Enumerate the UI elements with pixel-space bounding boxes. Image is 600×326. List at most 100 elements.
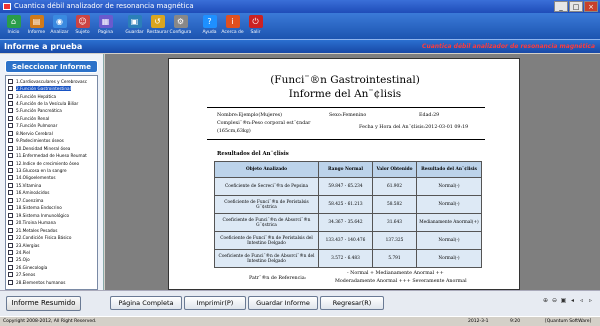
sidebar-title: Seleccionar Informe <box>5 60 98 73</box>
document-icon <box>8 190 13 196</box>
document-icon <box>8 138 13 144</box>
report-list-item[interactable]: 7.Función Pulmonar <box>8 123 96 129</box>
document-icon <box>8 220 13 226</box>
app-subtitle: Cuantica débil analizador de resonancia … <box>422 43 595 50</box>
toolbar-button-about[interactable]: i Acerca de <box>221 13 244 39</box>
document-icon <box>8 123 13 129</box>
report-list-item-label: 9.Padecimientos óseos <box>16 138 64 144</box>
status-date: 2012-3-1 <box>468 319 489 324</box>
report-list-item[interactable]: 4.Función de la Vesícula Biliar <box>8 100 96 106</box>
guardar-informe-button[interactable]: Guardar Informe <box>248 296 318 310</box>
document-icon <box>8 264 13 270</box>
about-icon: i <box>225 15 240 28</box>
maximize-button[interactable]: □ <box>569 1 583 12</box>
results-title: Resultados del An¨¢lisis <box>217 151 289 157</box>
zoom-in-icon[interactable]: ⊕ <box>542 297 549 304</box>
toolbar-button-config[interactable]: ⚙ Configura <box>169 13 192 39</box>
document-icon <box>8 197 13 203</box>
report-list-item[interactable]: 21.Metales Pesados <box>8 227 96 233</box>
report-list-item-label: 12.Indice de crecimiento óseo <box>16 160 80 166</box>
page-title: Informe a prueba <box>4 42 83 51</box>
close-button[interactable]: × <box>584 1 598 12</box>
report-list-item[interactable]: 14.Oligoelementos <box>8 175 96 181</box>
toolbar-button-report[interactable]: ▤ Informe <box>25 13 48 39</box>
report-list-item[interactable]: 12.Indice de crecimiento óseo <box>8 160 96 166</box>
report-list-item[interactable]: 23.Alergias <box>8 242 96 248</box>
report-list-item-label: 25.Ojo <box>16 257 30 263</box>
report-list-item[interactable]: 5.Función Pancreática <box>8 108 96 114</box>
report-list-item[interactable]: 3.Función Hepática <box>8 93 96 99</box>
report-list-item-label: 23.Alergias <box>16 242 40 248</box>
document-icon <box>8 249 13 255</box>
report-list-item[interactable]: 16.Aminoácidos <box>8 190 96 196</box>
toolbar-button-save[interactable]: ▣ Guardar <box>123 13 146 39</box>
report-list-item[interactable]: 24.Piel <box>8 249 96 255</box>
document-icon <box>8 235 13 241</box>
copyright-text: Copyright 2008-2012, All Right Reserved. <box>3 319 97 324</box>
table-cell: Coeficiente de Funci¨®n de Peristalsis G… <box>214 195 319 214</box>
report-list-item[interactable]: 25.Ojo <box>8 257 96 263</box>
informe-resumido-button[interactable]: Informe Resumido <box>6 296 81 311</box>
table-cell: Medianamente Anormal(+) <box>416 213 482 232</box>
document-icon <box>8 205 13 211</box>
patient-name: Nombre:Ejemplo(Mujeres) <box>217 113 282 118</box>
report-list-item[interactable]: 13.Glucosa en la sangre <box>8 167 96 174</box>
toolbar-button-exit[interactable]: ⏻ Salir <box>244 13 267 39</box>
report-list-item[interactable]: 10.Densidad Mineral ósea <box>8 145 96 151</box>
table-cell: Normal(-) <box>416 231 482 250</box>
report-list-item-label: 1.Cardiovasculares y Cerebrovasc <box>16 78 88 84</box>
document-icon <box>8 86 13 92</box>
report-list-item[interactable]: 6.Función Renal <box>8 115 96 121</box>
toolbar-button-help[interactable]: ? Ayuda <box>198 13 221 39</box>
next-page-icon[interactable]: ▹ <box>587 297 594 304</box>
document-icon <box>8 160 13 166</box>
help-icon: ? <box>202 15 217 28</box>
report-list-item-label: 24.Piel <box>16 249 30 255</box>
toolbar-button-subject[interactable]: ☺ Sujeto <box>71 13 94 39</box>
table-cell: 59.847 - 65.234 <box>318 177 373 196</box>
report-list[interactable]: 1.Cardiovasculares y Cerebrovasc 2.Funció… <box>5 75 98 290</box>
zoom-out-icon[interactable]: ⊖ <box>551 297 558 304</box>
report-list-item[interactable]: 19.Sistema Inmunológico <box>8 212 96 218</box>
prev-page-icon[interactable]: ◃ <box>578 297 585 304</box>
report-list-item[interactable]: 28.Elementos humanos <box>8 279 96 285</box>
report-list-item-label: 19.Sistema Inmunológico <box>16 212 70 218</box>
table-cell: 34.367 - 35.642 <box>318 213 373 232</box>
report-list-item[interactable]: 20.Tiroina Humana <box>8 220 96 226</box>
toolbar-button-home[interactable]: ⌂ Inicio <box>2 13 25 39</box>
toolbar-label: Acerca de <box>221 30 244 35</box>
regresar-button[interactable]: Regresar(R) <box>320 296 384 310</box>
toolbar-label: Inicio <box>7 30 20 35</box>
report-list-item[interactable]: 9.Padecimientos óseos <box>8 138 96 144</box>
table-cell: 58.582 <box>372 195 417 214</box>
toolbar-button-analyze[interactable]: ◉ Analizar <box>48 13 71 39</box>
table-cell: 133.437 - 140.476 <box>318 231 373 250</box>
report-list-item[interactable]: 15.Vitamina <box>8 182 96 188</box>
report-list-item[interactable]: 17.Coenzima <box>8 197 96 203</box>
report-list-item[interactable]: 22.Condición Física Básico <box>8 234 96 241</box>
report-list-item[interactable]: 18.Sistema Endocrino <box>8 205 96 211</box>
first-page-icon[interactable]: ◂ <box>569 297 576 304</box>
report-list-item-label: 11.Enfermedad de Hueso Reumat <box>16 153 87 159</box>
report-list-item-label: 26.Ginecología <box>16 264 48 270</box>
report-list-item[interactable]: 27.Senos <box>8 272 96 278</box>
report-list-item[interactable]: 8.Nervio Cerebral <box>8 130 96 136</box>
imprimir-button[interactable]: Imprimir(P) <box>184 296 246 310</box>
pagina-completa-button[interactable]: Página Completa <box>110 296 182 310</box>
save-icon: ▣ <box>127 15 142 28</box>
report-list-item[interactable]: 1.Cardiovasculares y Cerebrovasc <box>8 78 96 84</box>
fit-page-icon[interactable]: ▣ <box>560 297 567 304</box>
report-list-item-label: 10.Densidad Mineral ósea <box>16 145 71 151</box>
report-list-item[interactable]: 11.Enfermedad de Hueso Reumat <box>8 153 96 159</box>
minimize-button[interactable]: _ <box>554 1 568 12</box>
toolbar-button-restore[interactable]: ↺ Restaurar <box>146 13 169 39</box>
toolbar-label: Informe <box>27 30 46 35</box>
report-list-item[interactable]: 26.Ginecología <box>8 264 96 270</box>
document-icon <box>8 242 13 248</box>
report-list-item[interactable]: 2.Función Gastrointestinal <box>8 85 96 92</box>
report-list-item-label: 20.Tiroina Humana <box>16 220 56 226</box>
toolbar-button-page[interactable]: ▦ Pagina <box>94 13 117 39</box>
document-icon <box>8 78 13 84</box>
window-controls: _ □ × <box>554 1 598 12</box>
report-list-item-label: 7.Función Pulmonar <box>16 123 58 129</box>
